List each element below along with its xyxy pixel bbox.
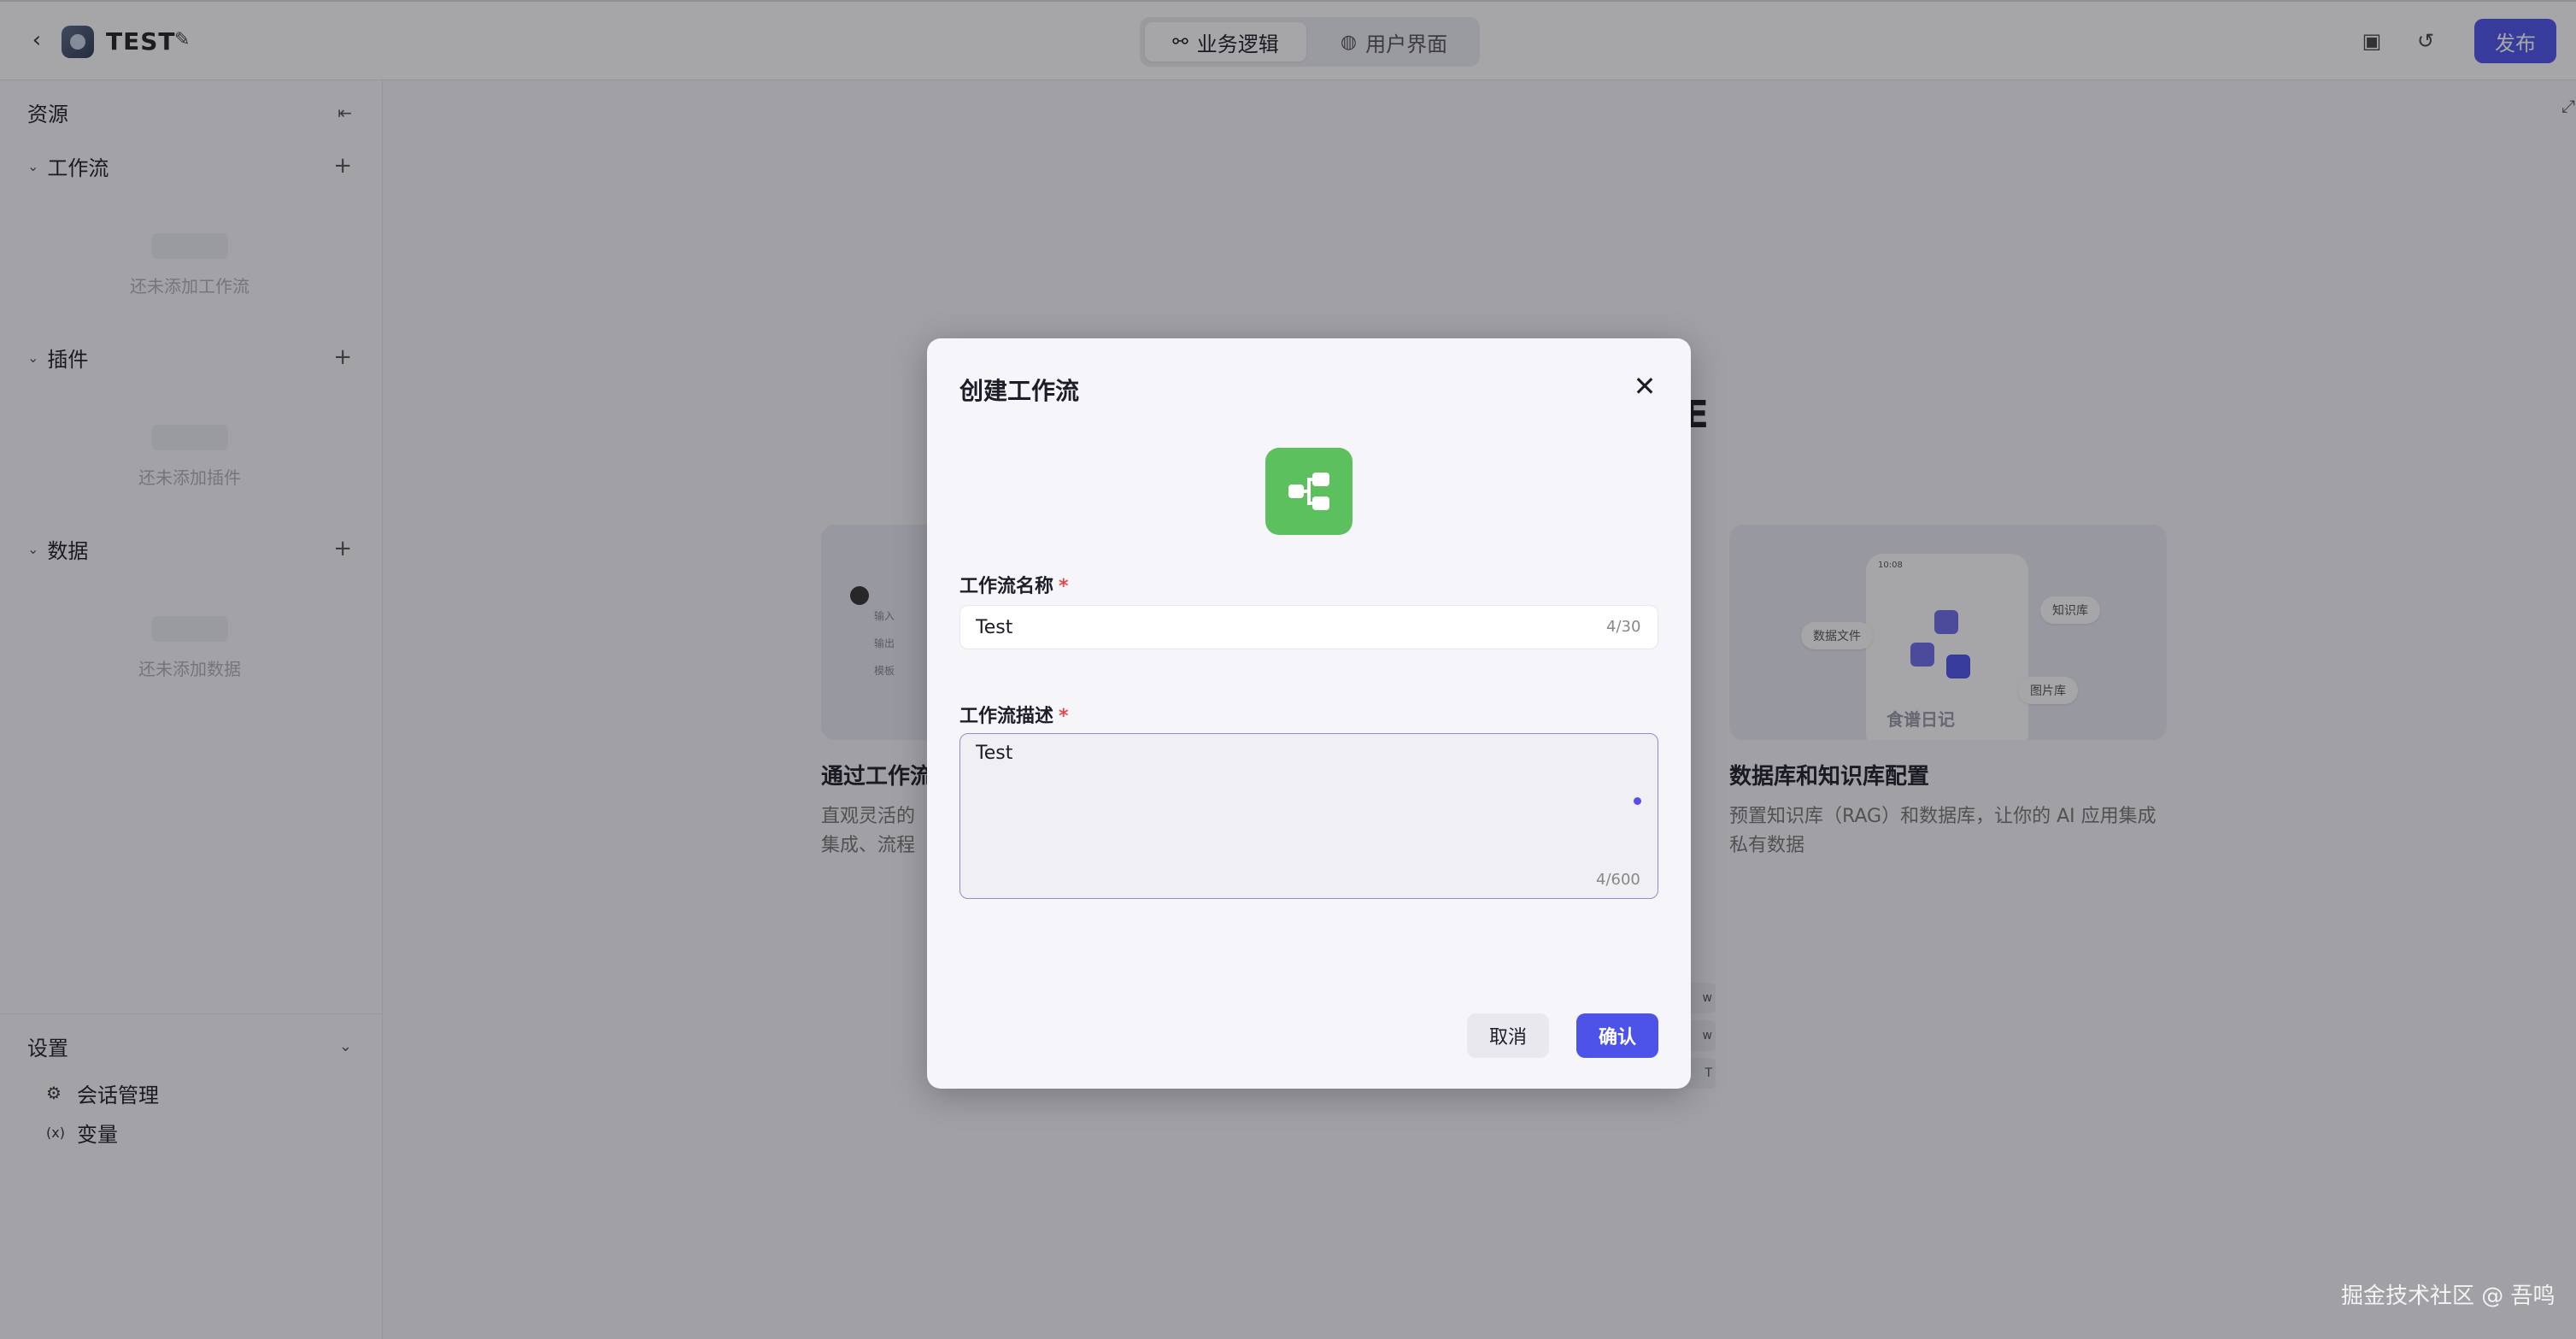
watermark: 掘金技术社区 @ 吾鸣 <box>2341 1283 2555 1309</box>
label-text: 工作流描述 <box>959 706 1054 727</box>
required-mark: * <box>1059 706 1069 727</box>
create-workflow-dialog: 创建工作流 ✕ 工作流名称* 4/30 工作流描述* Test 4/600 取消… <box>927 338 1691 1089</box>
workflow-node-icon <box>1288 473 1329 510</box>
description-char-count: 4/600 <box>1596 871 1640 889</box>
label-text: 工作流名称 <box>959 576 1054 597</box>
dialog-title: 创建工作流 <box>959 377 1080 405</box>
close-icon[interactable]: ✕ <box>1628 369 1662 403</box>
name-field-label: 工作流名称 * <box>959 571 1069 598</box>
confirm-button[interactable]: 确认 <box>1576 1013 1658 1058</box>
description-field-label: 工作流描述 * <box>959 701 1069 728</box>
description-textarea[interactable]: Test <box>976 743 1625 862</box>
name-char-count: 4/30 <box>1606 618 1641 636</box>
name-field[interactable]: 4/30 <box>959 605 1658 649</box>
workflow-avatar[interactable] <box>1265 448 1353 535</box>
cursor-dot <box>1634 797 1641 805</box>
required-mark: * <box>1059 576 1069 597</box>
cancel-button[interactable]: 取消 <box>1467 1013 1549 1058</box>
name-input[interactable] <box>976 606 1574 649</box>
description-field[interactable]: Test 4/600 <box>959 733 1658 899</box>
